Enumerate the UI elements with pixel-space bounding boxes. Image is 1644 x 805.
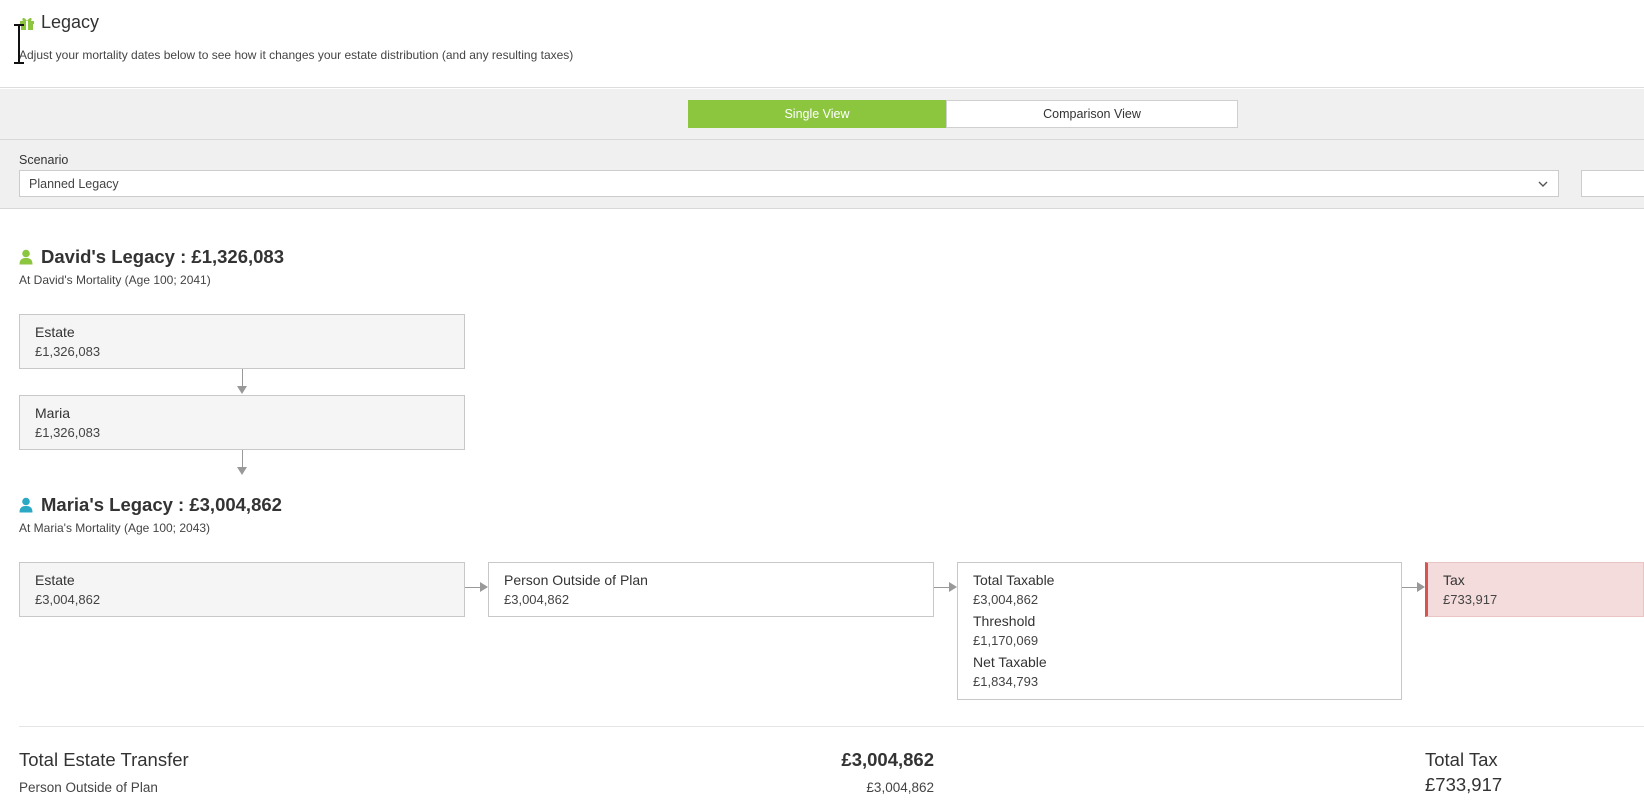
scenario-label: Scenario [19,153,69,167]
tax-label: Tax [1443,572,1465,588]
total-tax-title: Total Tax [1425,749,1498,770]
total-taxable-group: Total Taxable £3,004,862 [973,571,1401,609]
connector-line [934,587,950,588]
scenario-select[interactable]: Planned Legacy [19,170,1559,197]
connector-line [465,587,481,588]
text-cursor-icon [14,24,24,64]
david-legacy-title: David's Legacy : £1,326,083 [41,246,284,267]
maria-taxable-box[interactable]: Total Taxable £3,004,862 Threshold £1,17… [957,562,1402,700]
david-estate-value: £1,326,083 [35,344,101,359]
maria-recipient-value: £3,004,862 [504,592,570,607]
maria-estate-label: Estate [35,572,75,588]
maria-estate-box[interactable]: Estate £3,004,862 [19,562,465,617]
tax-value: £733,917 [1443,592,1498,607]
summary-divider [19,726,1644,727]
david-legacy-subtitle: At David's Mortality (Age 100; 2041) [19,273,211,287]
connector-line [1402,587,1418,588]
connector-line [242,369,243,387]
maria-recipient-box[interactable]: Person Outside of Plan £3,004,862 [488,562,934,617]
arrow-right-icon [949,582,957,592]
total-taxable-value: £3,004,862 [973,592,1039,607]
arrow-right-icon [1417,582,1425,592]
secondary-select[interactable] [1581,170,1644,197]
page-subtitle: Adjust your mortality dates below to see… [19,48,574,62]
maria-legacy-subtitle: At Maria's Mortality (Age 100; 2043) [19,521,211,535]
maria-recipient-label: Person Outside of Plan [504,572,648,588]
total-tax-value: £733,917 [1425,774,1503,795]
david-legacy-header: David's Legacy : £1,326,083 [19,246,284,268]
page-header: Legacy Adjust your mortality dates below… [0,0,1644,88]
arrow-right-icon [480,582,488,592]
view-toggle: Single View Comparison View [688,100,1238,128]
net-taxable-value: £1,834,793 [973,674,1039,689]
comparison-view-button[interactable]: Comparison View [946,100,1238,128]
chevron-down-icon [1538,181,1548,187]
david-estate-box[interactable]: Estate £1,326,083 [19,314,465,369]
maria-legacy-title: Maria's Legacy : £3,004,862 [41,494,282,515]
summary-row-value: £3,004,862 [866,780,934,795]
threshold-value: £1,170,069 [973,633,1039,648]
single-view-button[interactable]: Single View [688,100,946,128]
threshold-group: Threshold £1,170,069 [973,612,1401,650]
page-title-row: Legacy [19,12,99,33]
david-recipient-value: £1,326,083 [35,425,101,440]
scenario-select-value: Planned Legacy [29,176,119,191]
page-title: Legacy [41,12,100,32]
david-recipient-label: Maria [35,405,71,421]
arrow-down-icon [237,467,247,475]
maria-tax-box[interactable]: Tax £733,917 [1425,562,1644,617]
total-estate-transfer-title: Total Estate Transfer [19,749,189,770]
maria-estate-value: £3,004,862 [35,592,101,607]
connector-line [242,450,243,468]
summary-row-label: Person Outside of Plan [19,780,158,795]
net-taxable-label: Net Taxable [973,654,1047,670]
person-icon [19,249,33,265]
view-toolbar: Single View Comparison View Scenario Pla… [0,89,1644,209]
arrow-down-icon [237,386,247,394]
david-estate-label: Estate [35,324,75,340]
david-recipient-box[interactable]: Maria £1,326,083 [19,395,465,450]
toolbar-divider [0,139,1644,140]
maria-legacy-header: Maria's Legacy : £3,004,862 [19,494,282,516]
total-taxable-label: Total Taxable [973,572,1055,588]
threshold-label: Threshold [973,613,1036,629]
person-icon [19,497,33,513]
total-estate-transfer-value: £3,004,862 [841,749,934,770]
net-taxable-group: Net Taxable £1,834,793 [973,653,1401,691]
